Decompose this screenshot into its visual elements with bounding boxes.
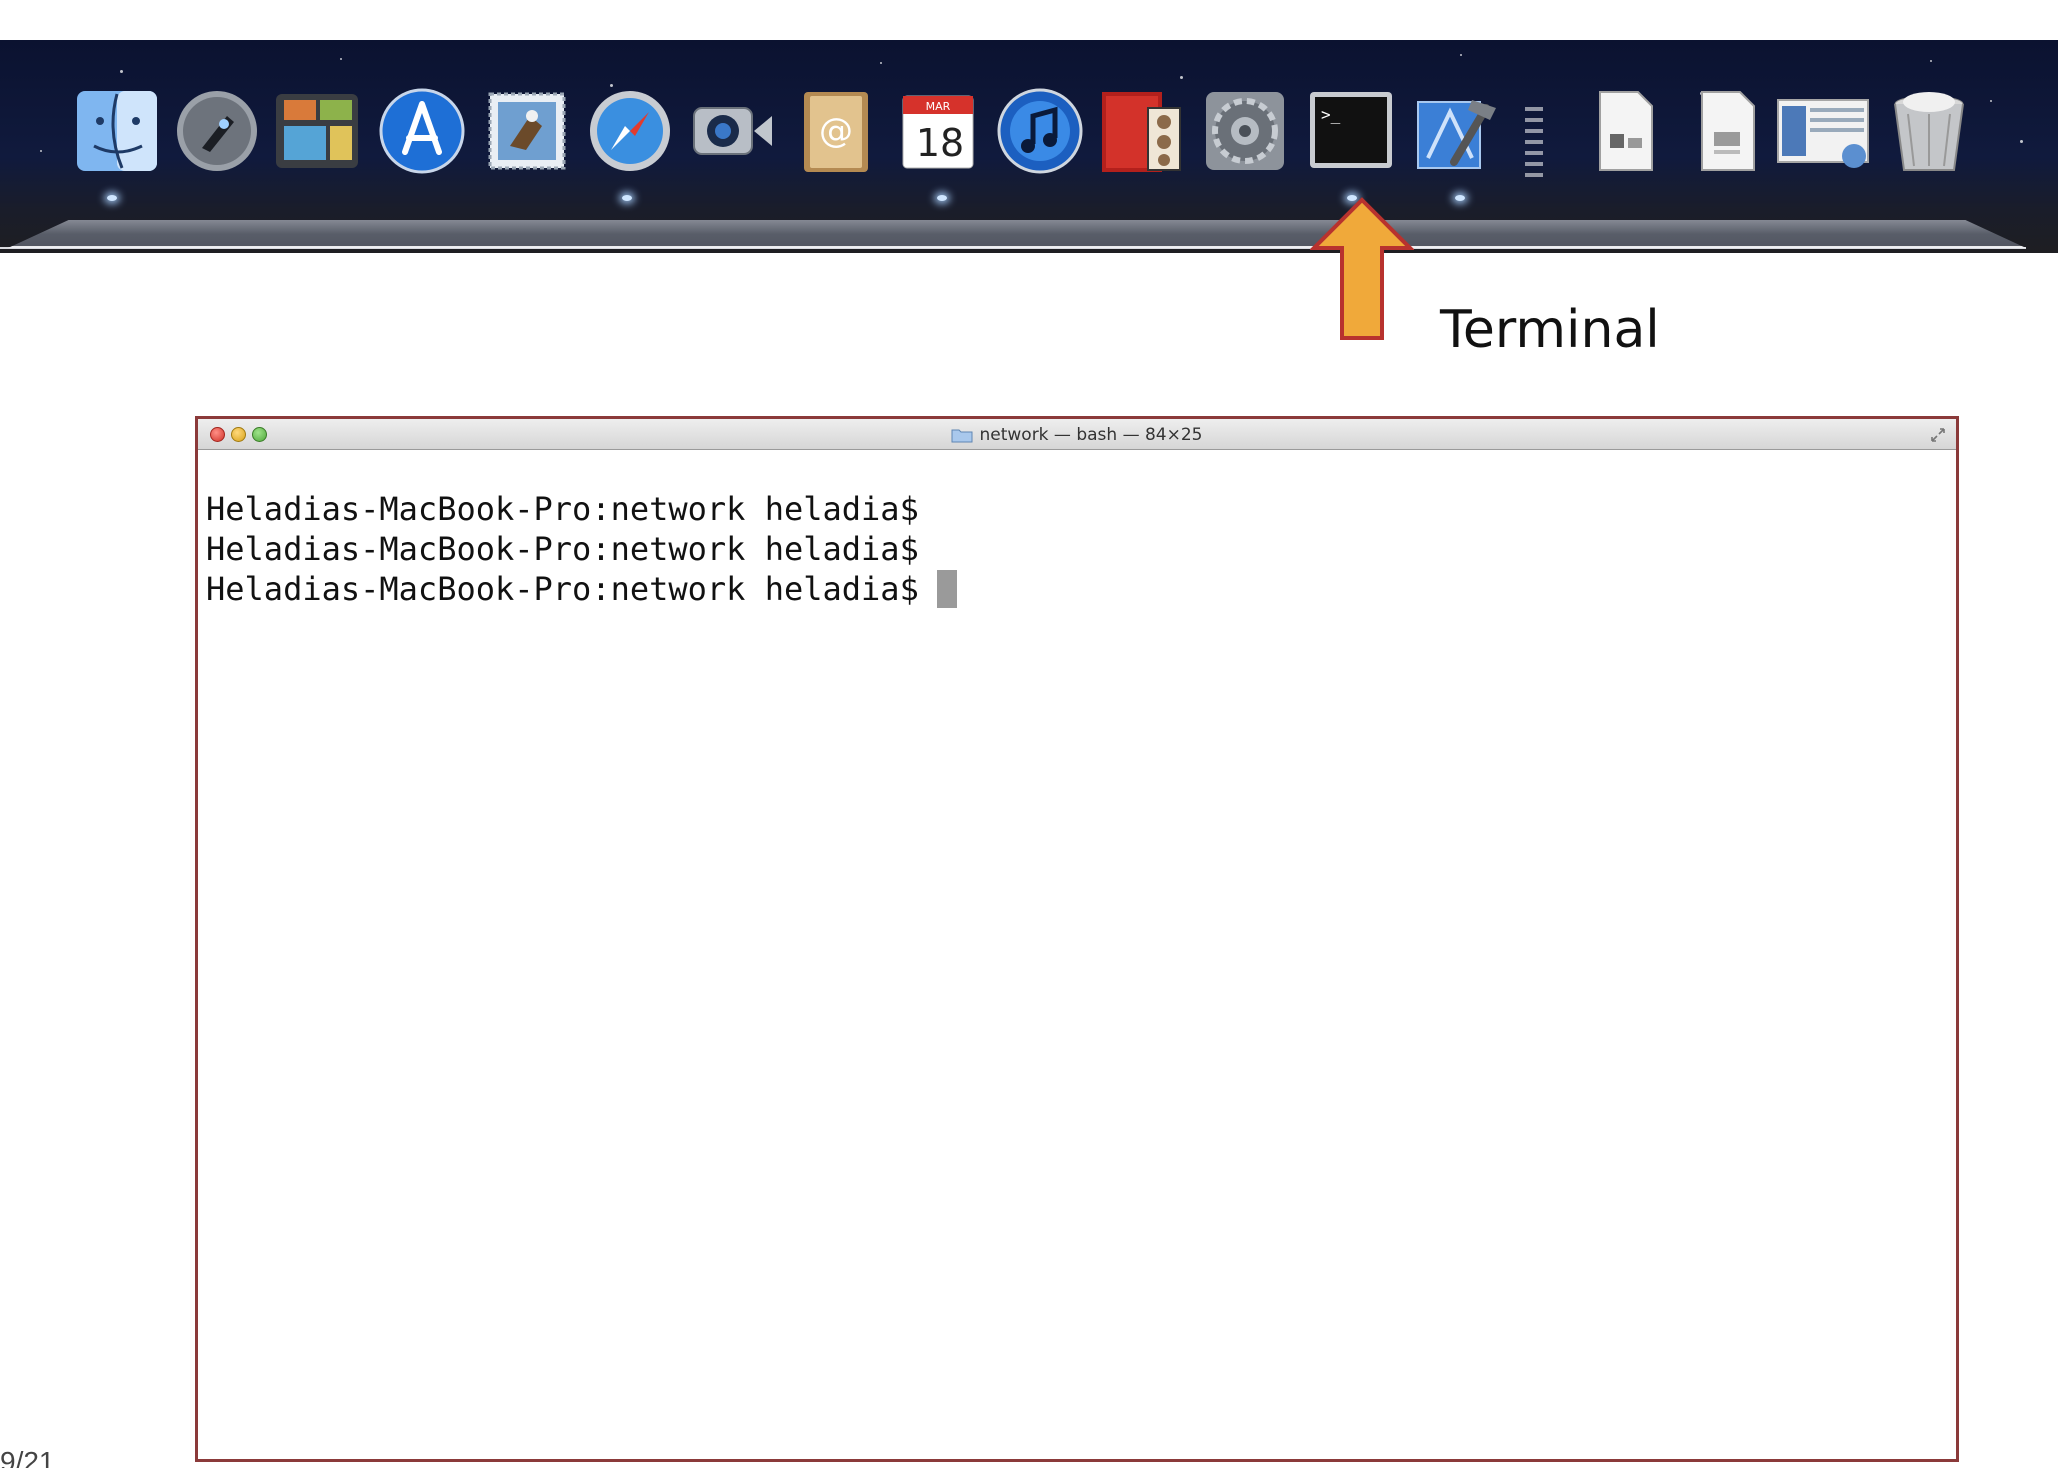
terminal-icon[interactable]: >_ [1306, 86, 1396, 176]
calendar-month: MAR [926, 100, 951, 113]
terminal-window[interactable]: network — bash — 84×25 Heladias-MacBook-… [195, 416, 1959, 1462]
folder-icon [951, 429, 973, 442]
svg-text:@: @ [819, 111, 853, 151]
terminal-output[interactable]: Heladias-MacBook-Pro:network heladia$ He… [206, 489, 1948, 609]
slide-number: 9/21 [0, 1446, 55, 1468]
mail-icon[interactable] [482, 86, 572, 176]
safari-icon[interactable] [585, 86, 675, 176]
slide-page: @ MAR 18 >_ Terminal network — bash — 84… [0, 0, 2062, 1468]
window-title-text: network — bash — 84×25 [979, 424, 1203, 445]
document-icon[interactable] [1682, 86, 1772, 176]
trash-icon[interactable] [1884, 86, 1974, 176]
running-indicator [1455, 195, 1465, 201]
itunes-icon[interactable] [995, 86, 1085, 176]
annotation-arrow-icon [1310, 197, 1414, 340]
annotation-label: Terminal [1440, 300, 1660, 360]
running-indicator [937, 195, 947, 201]
terminal-line: Heladias-MacBook-Pro:network heladia$ [206, 530, 919, 568]
terminal-cursor [936, 570, 957, 608]
finder-icon[interactable] [72, 86, 162, 176]
window-title: network — bash — 84×25 [198, 419, 1956, 450]
terminal-line: Heladias-MacBook-Pro:network heladia$ [206, 490, 919, 528]
running-indicator [622, 195, 632, 201]
launchpad-icon[interactable] [172, 86, 262, 176]
system-preferences-icon[interactable] [1200, 86, 1290, 176]
mission-control-icon[interactable] [272, 86, 362, 176]
document-icon[interactable] [1580, 86, 1670, 176]
running-indicator [107, 195, 117, 201]
address-book-icon[interactable]: @ [790, 86, 880, 176]
app-store-icon[interactable] [377, 86, 467, 176]
photo-booth-icon[interactable] [1096, 86, 1186, 176]
xcode-icon[interactable] [1410, 86, 1500, 176]
fullscreen-icon[interactable] [1928, 425, 1948, 445]
downloads-stack-icon[interactable] [1772, 86, 1876, 176]
terminal-titlebar[interactable]: network — bash — 84×25 [198, 419, 1956, 450]
facetime-icon[interactable] [688, 86, 778, 176]
dock-separator [1525, 100, 1543, 200]
calendar-day: 18 [916, 121, 964, 165]
svg-text:>_: >_ [1321, 105, 1341, 124]
calendar-icon[interactable]: MAR 18 [893, 86, 983, 176]
terminal-line: Heladias-MacBook-Pro:network heladia$ [206, 569, 1948, 609]
